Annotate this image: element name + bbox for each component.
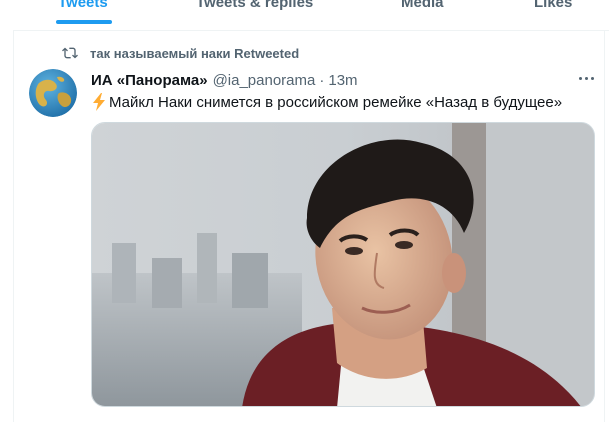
author-name[interactable]: ИА «Панорама» [91, 72, 208, 89]
active-tab-indicator [56, 20, 112, 24]
timeline-top-border [13, 30, 609, 31]
retweet-context[interactable]: так называемый наки Retweeted [62, 44, 299, 62]
timeline-left-border [13, 30, 14, 422]
lightning-bolt-icon [93, 93, 105, 111]
profile-tabs: Tweets Tweets & replies Media Likes [0, 0, 609, 30]
tweet-header: ИА «Панорама» @ia_panorama · 13m [91, 70, 358, 90]
tab-tweets-and-replies[interactable]: Tweets & replies [196, 0, 313, 11]
globe-icon [29, 69, 77, 117]
more-options-icon[interactable] [575, 71, 597, 85]
tweet-actions-partial [91, 416, 371, 422]
separator-dot: · [319, 71, 325, 89]
tab-media[interactable]: Media [401, 0, 444, 11]
tweet-body: Майкл Наки снимется в российском ремейке… [109, 93, 563, 111]
retweet-label: так называемый наки Retweeted [90, 45, 300, 61]
tab-likes[interactable]: Likes [534, 0, 572, 11]
tweet-photo[interactable] [91, 122, 595, 407]
timeline-right-border [604, 30, 605, 422]
tab-tweets[interactable]: Tweets [58, 0, 108, 11]
tweet-timestamp[interactable]: 13m [328, 72, 357, 89]
retweet-icon [62, 47, 78, 59]
tweet-text: Майкл Наки снимется в российском ремейке… [91, 92, 562, 112]
avatar[interactable] [29, 69, 77, 117]
photo-image [92, 123, 594, 406]
author-handle[interactable]: @ia_panorama [213, 72, 316, 89]
